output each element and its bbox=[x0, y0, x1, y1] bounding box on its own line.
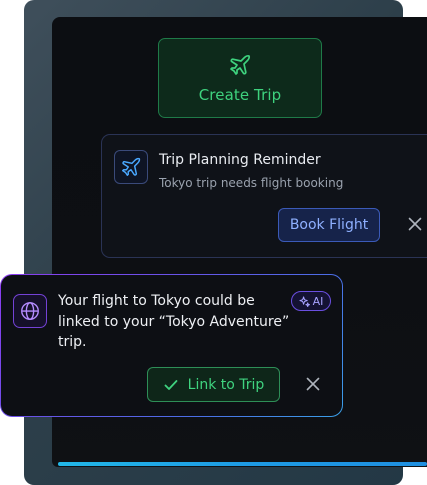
create-trip-label: Create Trip bbox=[198, 85, 282, 104]
reminder-icon-box bbox=[114, 150, 148, 184]
close-icon[interactable] bbox=[306, 377, 320, 391]
link-to-trip-label: Link to Trip bbox=[187, 376, 265, 393]
ai-badge-label: AI bbox=[312, 294, 324, 308]
airplane-icon bbox=[122, 157, 141, 176]
globe-icon bbox=[21, 302, 39, 320]
suggestion-message: Your flight to Tokyo could be linked to … bbox=[58, 293, 290, 350]
create-trip-button[interactable]: Create Trip bbox=[158, 38, 322, 118]
airplane-icon bbox=[230, 54, 251, 75]
close-icon[interactable] bbox=[408, 217, 422, 231]
book-flight-button[interactable]: Book Flight bbox=[278, 208, 380, 242]
ai-badge: AI bbox=[291, 291, 331, 311]
checkmark-icon bbox=[164, 379, 178, 390]
ai-suggestion-card: Your flight to Tokyo could be linked to … bbox=[0, 274, 343, 417]
reminder-title: Trip Planning Reminder bbox=[159, 152, 321, 168]
bottom-accent-line bbox=[58, 462, 427, 466]
trip-reminder-notification: Trip Planning Reminder Tokyo trip needs … bbox=[101, 134, 427, 258]
suggestion-icon-box bbox=[13, 294, 47, 328]
link-to-trip-button[interactable]: Link to Trip bbox=[147, 367, 280, 402]
sparkles-icon bbox=[299, 295, 310, 307]
reminder-subtitle: Tokyo trip needs flight booking bbox=[159, 176, 344, 190]
